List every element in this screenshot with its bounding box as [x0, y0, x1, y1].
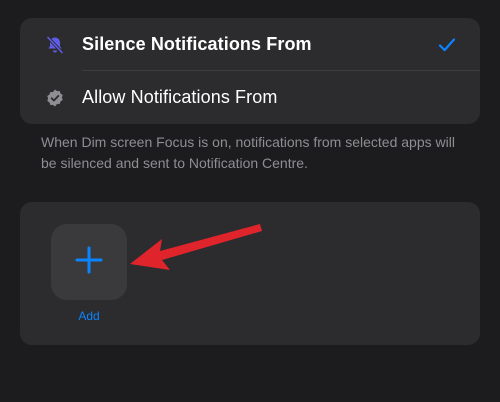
bell-slash-icon	[44, 34, 66, 56]
allow-notifications-label: Allow Notifications From	[82, 87, 278, 107]
notification-mode-card: Silence Notifications From Allow Notific…	[20, 18, 480, 124]
add-app-button[interactable]	[51, 224, 127, 300]
plus-icon	[75, 246, 103, 279]
checkmark-icon	[436, 34, 458, 56]
red-arrow-pointer-icon	[130, 224, 262, 270]
add-app-label[interactable]: Add	[51, 309, 127, 323]
focus-settings-screen: Silence Notifications From Allow Notific…	[0, 0, 500, 402]
silence-notifications-label: Silence Notifications From	[82, 34, 312, 54]
silence-notifications-option[interactable]: Silence Notifications From	[20, 18, 480, 71]
focus-description: When Dim screen Focus is on, notificatio…	[41, 134, 455, 171]
verified-badge-icon	[44, 87, 66, 109]
allow-notifications-option[interactable]: Allow Notifications From	[20, 71, 480, 124]
